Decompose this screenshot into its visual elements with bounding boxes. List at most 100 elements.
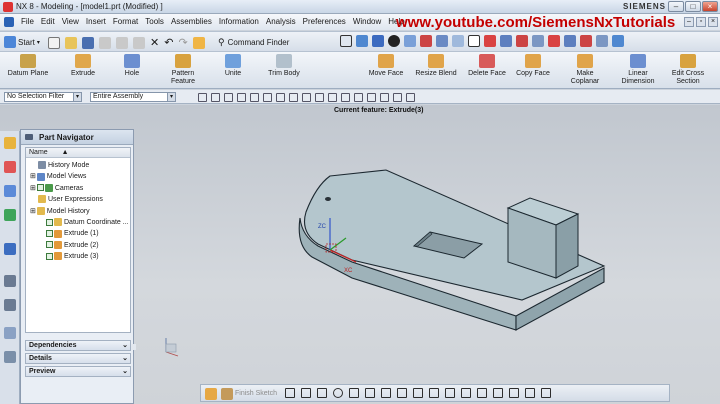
- pattern-feature-button[interactable]: Pattern Feature: [168, 54, 198, 86]
- select-all-icon[interactable]: [211, 93, 220, 102]
- make-coplanar-button[interactable]: Make Coplanar: [570, 54, 600, 86]
- visibility-checkbox[interactable]: [46, 218, 53, 226]
- face-select-icon[interactable]: [250, 93, 259, 102]
- background-icon[interactable]: [452, 35, 464, 47]
- zoom-icon[interactable]: [356, 35, 368, 47]
- render-style-icon[interactable]: [404, 35, 416, 47]
- doc-restore-button[interactable]: ▫: [696, 17, 706, 27]
- maximize-button[interactable]: □: [685, 1, 701, 12]
- rectangle-icon[interactable]: [381, 388, 391, 398]
- edit-cross-section-button[interactable]: Edit Cross Section: [670, 54, 706, 86]
- tree-node[interactable]: ⊞ Model Views: [30, 171, 86, 182]
- fillet-icon[interactable]: [349, 388, 359, 398]
- menu-analysis[interactable]: Analysis: [266, 17, 296, 27]
- section-preview[interactable]: Preview ⌄: [25, 366, 131, 377]
- start-button[interactable]: Start ▾: [4, 36, 40, 48]
- command-finder-button[interactable]: ⚲ Command Finder: [218, 37, 289, 48]
- corner-icon[interactable]: [477, 388, 487, 398]
- close-button[interactable]: ×: [702, 1, 718, 12]
- constraint-icon[interactable]: [493, 388, 503, 398]
- visibility-checkbox[interactable]: [46, 241, 53, 249]
- menu-view[interactable]: View: [62, 17, 79, 27]
- fit-icon[interactable]: [340, 35, 352, 47]
- tree-node[interactable]: User Expressions: [38, 194, 103, 205]
- tree-node[interactable]: Extrude (1): [46, 228, 99, 239]
- quadrant-snap-icon[interactable]: [354, 93, 363, 102]
- control-point-snap-icon[interactable]: [315, 93, 324, 102]
- chamfer-icon[interactable]: [365, 388, 375, 398]
- menu-information[interactable]: Information: [219, 17, 259, 27]
- unite-button[interactable]: Unite: [222, 54, 244, 78]
- preferences-icon[interactable]: [580, 35, 592, 47]
- process-studio-icon[interactable]: [4, 351, 16, 363]
- selection-scope-select[interactable]: Entire Assembly ▾: [90, 92, 176, 102]
- endpoint-snap-icon[interactable]: [289, 93, 298, 102]
- edge-select-icon[interactable]: [263, 93, 272, 102]
- part-navigator-icon[interactable]: [4, 185, 16, 197]
- clipping-icon[interactable]: [484, 35, 496, 47]
- layer-icon[interactable]: [500, 35, 512, 47]
- constraint-navigator-icon[interactable]: [4, 161, 16, 173]
- visibility-checkbox[interactable]: [36, 184, 44, 192]
- point-on-face-snap-icon[interactable]: [393, 93, 402, 102]
- pin-icon[interactable]: [25, 134, 33, 140]
- type-filter-select[interactable]: No Selection Filter ▾: [4, 92, 82, 102]
- doc-close-button[interactable]: ×: [708, 17, 718, 27]
- tree-node[interactable]: Extrude (3): [46, 251, 99, 262]
- dimension-icon[interactable]: [509, 388, 519, 398]
- reuse-library-icon[interactable]: [4, 209, 16, 221]
- line-icon[interactable]: [301, 388, 311, 398]
- menu-assemblies[interactable]: Assemblies: [171, 17, 212, 27]
- redo-icon[interactable]: ↷: [178, 36, 187, 49]
- history-icon[interactable]: [4, 299, 16, 311]
- existing-point-snap-icon[interactable]: [367, 93, 376, 102]
- wcs-icon[interactable]: [532, 35, 544, 47]
- extend-icon[interactable]: [461, 388, 471, 398]
- mirror-icon[interactable]: [525, 388, 535, 398]
- hole-button[interactable]: Hole: [120, 54, 144, 78]
- section-dependencies[interactable]: Dependencies ⌄: [25, 340, 131, 351]
- hd3d-tools-icon[interactable]: [4, 243, 16, 255]
- point-icon[interactable]: [397, 388, 407, 398]
- linear-dimension-button[interactable]: Linear Dimension: [620, 54, 656, 86]
- profile-icon[interactable]: [285, 388, 295, 398]
- tree-node[interactable]: Extrude (2): [46, 240, 99, 251]
- tree-node[interactable]: Datum Coordinate ...: [46, 217, 129, 228]
- system-materials-icon[interactable]: [4, 327, 16, 339]
- rotate-icon[interactable]: [388, 35, 400, 47]
- body-select-icon[interactable]: [237, 93, 246, 102]
- menu-insert[interactable]: Insert: [86, 17, 106, 27]
- orient-view-icon[interactable]: [372, 35, 384, 47]
- open-icon[interactable]: [65, 36, 77, 49]
- nx-menu-icon[interactable]: [4, 17, 14, 27]
- paste-icon[interactable]: [133, 36, 145, 49]
- pattern-icon[interactable]: [541, 388, 551, 398]
- tree-node[interactable]: History Mode: [38, 160, 89, 171]
- copy-face-button[interactable]: Copy Face: [514, 54, 552, 78]
- point-on-curve-snap-icon[interactable]: [380, 93, 389, 102]
- expand-icon[interactable]: ⊞: [30, 185, 36, 192]
- finish-sketch-icon[interactable]: [221, 388, 233, 400]
- minimize-button[interactable]: –: [668, 1, 684, 12]
- trim-body-button[interactable]: Trim Body: [266, 54, 302, 78]
- measure-icon[interactable]: [564, 35, 576, 47]
- datum-plane-button[interactable]: Datum Plane: [6, 54, 50, 78]
- intersection-snap-icon[interactable]: [328, 93, 337, 102]
- tree-node[interactable]: ⊞ Model History: [30, 206, 90, 217]
- delete-face-button[interactable]: Delete Face: [466, 54, 508, 78]
- delete-icon[interactable]: ✕: [150, 36, 159, 49]
- feature-select-icon[interactable]: [224, 93, 233, 102]
- section-details[interactable]: Details ⌄: [25, 353, 131, 364]
- shaded-icon[interactable]: [420, 35, 432, 47]
- show-hide-icon[interactable]: [516, 35, 528, 47]
- view-section-icon[interactable]: [468, 35, 480, 47]
- menu-preferences[interactable]: Preferences: [303, 17, 346, 27]
- midpoint-snap-icon[interactable]: [302, 93, 311, 102]
- menu-file[interactable]: File: [21, 17, 34, 27]
- studio-spline-icon[interactable]: [413, 388, 423, 398]
- repeat-command-icon[interactable]: [192, 36, 205, 49]
- wireframe-icon[interactable]: [436, 35, 448, 47]
- gear-icon[interactable]: [198, 93, 207, 102]
- move-face-button[interactable]: Move Face: [366, 54, 406, 78]
- menu-tools[interactable]: Tools: [145, 17, 164, 27]
